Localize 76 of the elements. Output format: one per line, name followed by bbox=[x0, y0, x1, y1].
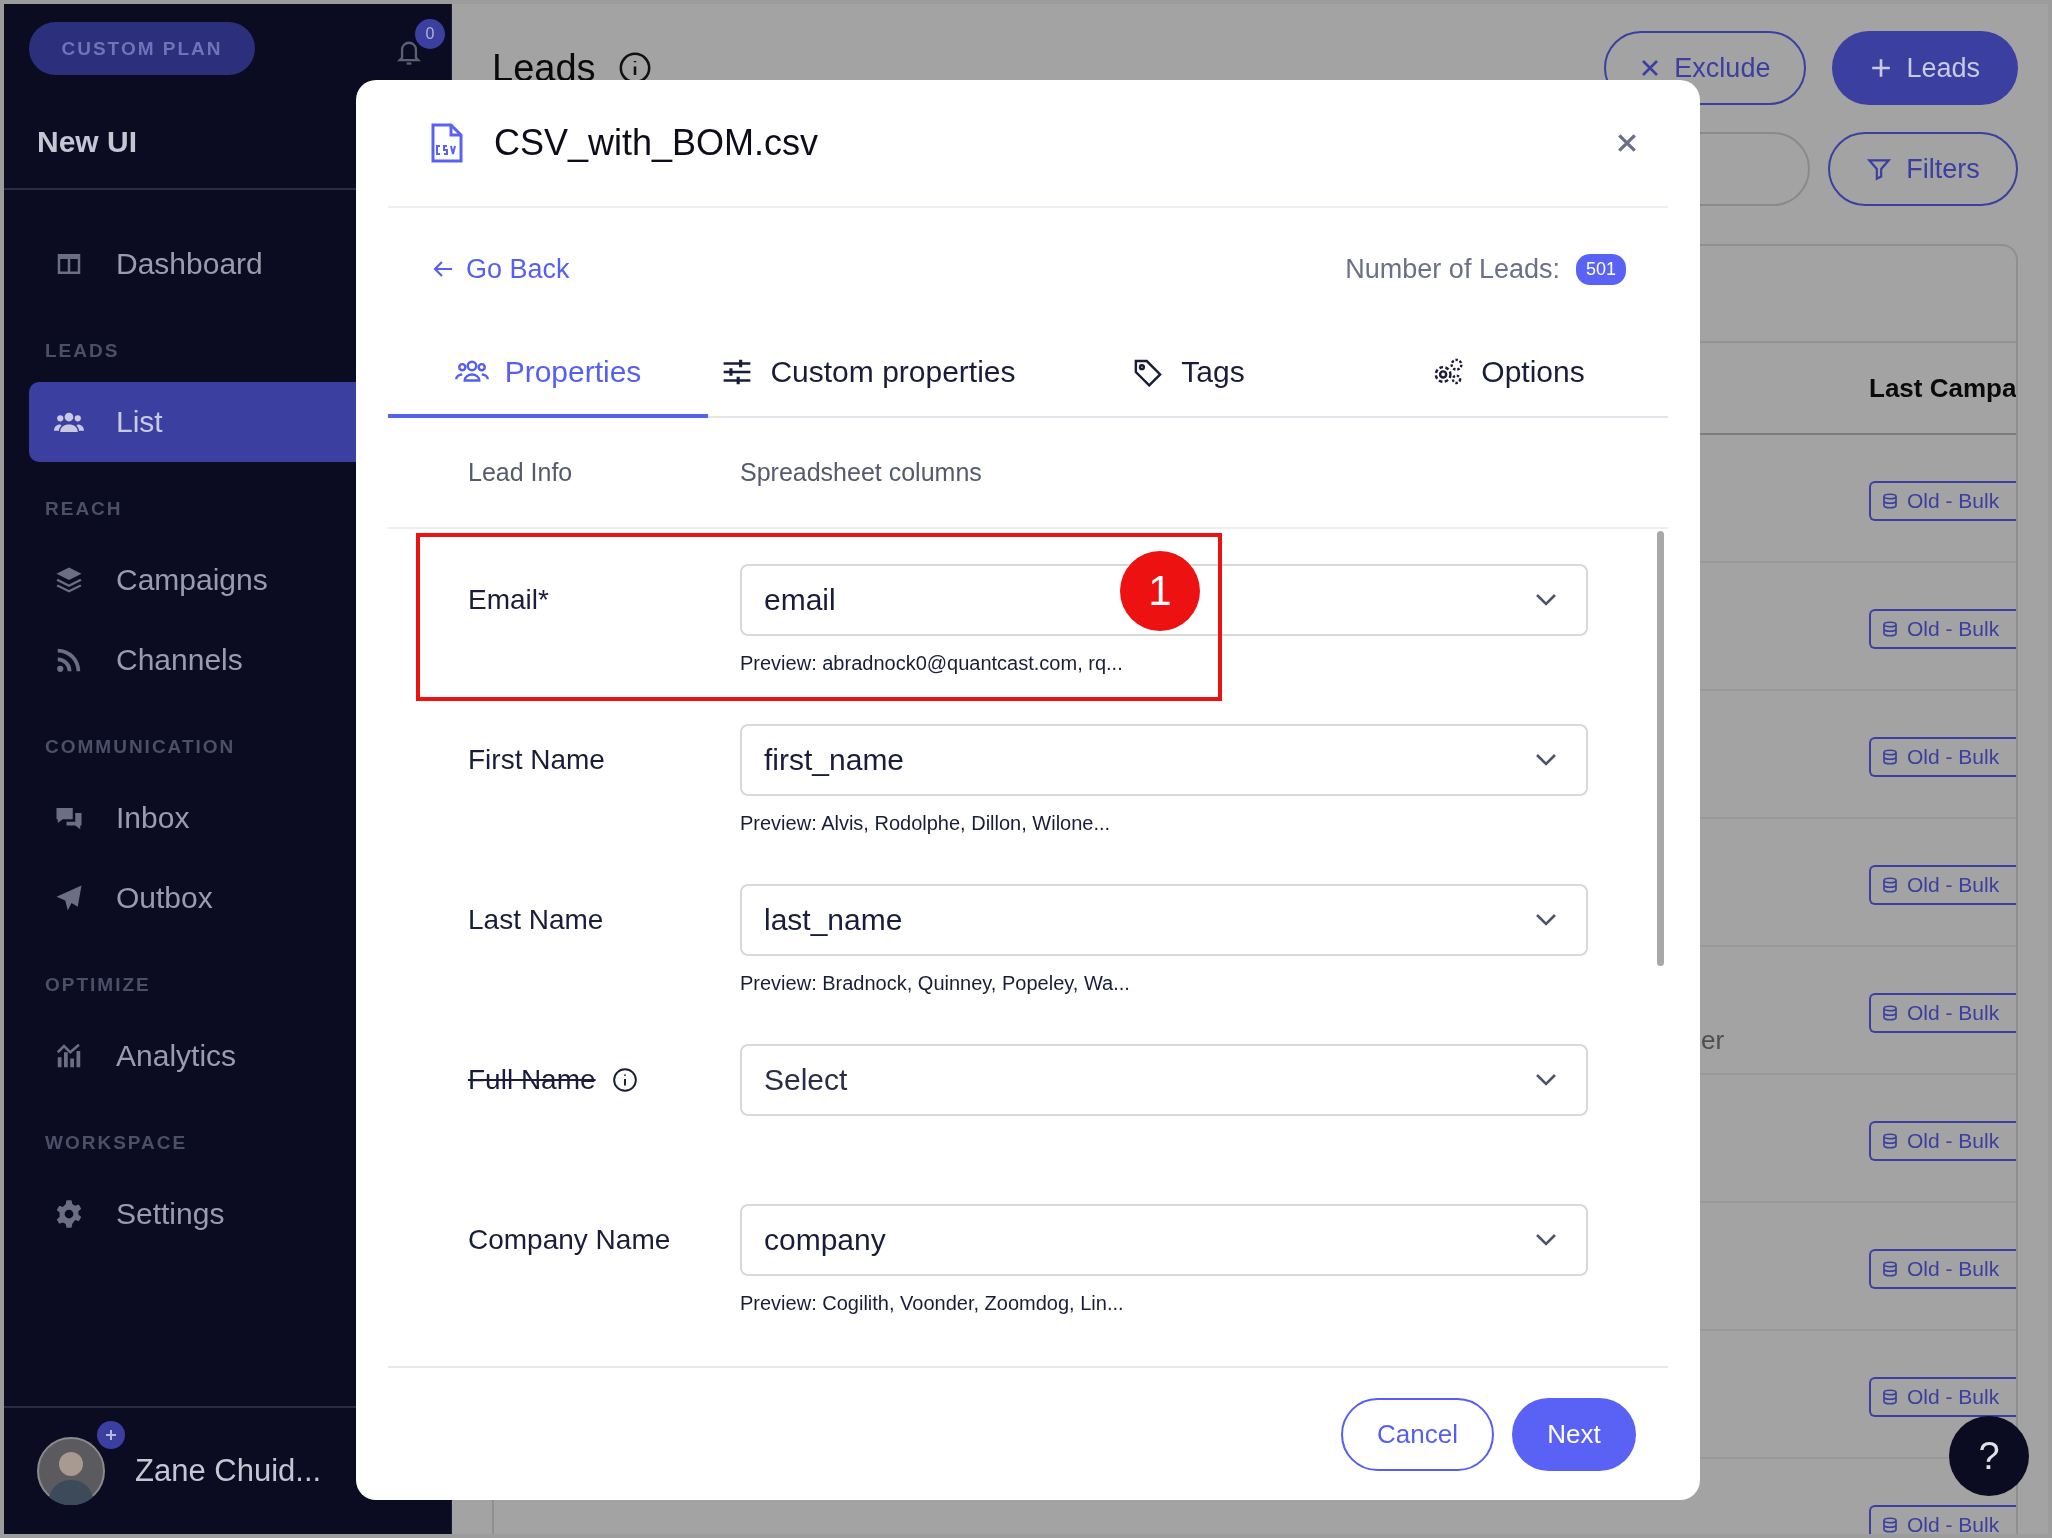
lead-count-badge: 501 bbox=[1575, 253, 1626, 285]
section-label: REACH bbox=[44, 497, 124, 521]
section-label: COMMUNICATION bbox=[44, 735, 237, 759]
chevron-down-icon bbox=[1534, 913, 1558, 927]
step-badge: 1 bbox=[1120, 551, 1200, 631]
field-label: Full Name bbox=[468, 1064, 596, 1096]
info-icon[interactable] bbox=[611, 1067, 638, 1093]
filter-icon bbox=[1866, 156, 1893, 182]
column-select[interactable]: company bbox=[740, 1204, 1588, 1276]
cancel-button[interactable]: Cancel bbox=[1341, 1397, 1494, 1471]
column-select[interactable]: last_name bbox=[740, 884, 1588, 956]
tab[interactable]: Custom properties bbox=[708, 330, 1028, 418]
close-icon bbox=[1640, 58, 1661, 78]
layers-icon bbox=[54, 565, 84, 595]
nav-item[interactable]: Campaigns bbox=[29, 540, 451, 620]
campaign-tag: Old - Bulk bbox=[1869, 609, 2016, 649]
chevron-down-icon bbox=[1534, 753, 1558, 767]
next-button[interactable]: Next bbox=[1512, 1397, 1636, 1471]
database-icon bbox=[1881, 876, 1899, 894]
database-icon bbox=[1881, 1516, 1899, 1534]
campaign-tag: Old - Bulk bbox=[1869, 865, 2016, 905]
preview-text: Preview: abradnock0@quantcast.com, rq... bbox=[740, 652, 1123, 674]
field-label: Company Name bbox=[468, 1224, 671, 1256]
table-cell: er bbox=[1701, 1025, 1725, 1056]
add-icon[interactable] bbox=[97, 1421, 125, 1449]
preview-text: Preview: Cogilith, Voonder, Zoomdog, Lin... bbox=[740, 1292, 1124, 1314]
user-name: Zane Chuid... bbox=[135, 1453, 322, 1489]
close-icon[interactable] bbox=[1616, 132, 1638, 154]
preview-text: Preview: Bradnock, Quinney, Popeley, Wa... bbox=[740, 972, 1130, 994]
campaign-tag: Old - Bulk bbox=[1869, 993, 2016, 1033]
notification-badge: 0 bbox=[415, 18, 445, 49]
csv-file-icon bbox=[430, 122, 464, 164]
column-select[interactable]: Select bbox=[740, 1044, 1588, 1116]
database-icon bbox=[1881, 1260, 1899, 1278]
nav-item[interactable]: Inbox bbox=[29, 778, 451, 858]
tab[interactable]: Properties bbox=[388, 330, 708, 418]
tab[interactable]: Options bbox=[1348, 330, 1668, 418]
section-label: OPTIMIZE bbox=[44, 973, 152, 997]
section-label: WORKSPACE bbox=[44, 1131, 189, 1155]
field-label: Email* bbox=[468, 584, 549, 616]
help-button[interactable]: ? bbox=[1949, 1416, 2029, 1496]
database-icon bbox=[1881, 620, 1899, 638]
nav-item[interactable]: Channels bbox=[29, 620, 451, 700]
nav-item[interactable]: Analytics bbox=[29, 1016, 451, 1096]
field-label: First Name bbox=[468, 744, 605, 776]
nav-item[interactable]: Settings bbox=[29, 1174, 451, 1254]
section-label: LEADS bbox=[44, 339, 121, 363]
field-label: Last Name bbox=[468, 904, 604, 936]
nav-item[interactable]: Outbox bbox=[29, 858, 451, 938]
chevron-down-icon bbox=[1534, 1073, 1558, 1087]
campaign-tag: Old - Bulk bbox=[1869, 1377, 2016, 1417]
settings-icon bbox=[54, 1199, 84, 1229]
lead-count-label: Number of Leads: bbox=[1345, 253, 1560, 285]
column-select[interactable]: first_name bbox=[740, 724, 1588, 796]
campaign-tag: Old - Bulk bbox=[1869, 1121, 2016, 1161]
campaign-tag: Old - Bulk bbox=[1869, 481, 2016, 521]
database-icon bbox=[1881, 1388, 1899, 1406]
campaign-tag: Old - Bulk bbox=[1869, 1249, 2016, 1289]
dialog-title: CSV_with_BOM.csv bbox=[494, 122, 820, 164]
add-leads-button[interactable]: Leads bbox=[1832, 31, 2018, 105]
preview-text: Preview: Alvis, Rodolphe, Dillon, Wilone... bbox=[740, 812, 1111, 834]
column-header[interactable]: Last Campa bbox=[1869, 372, 2016, 404]
column-header: Lead Info bbox=[468, 458, 573, 487]
chevron-down-icon bbox=[1534, 593, 1558, 607]
chevron-down-icon bbox=[1534, 1233, 1558, 1247]
scrollbar[interactable] bbox=[1657, 531, 1664, 966]
tab[interactable]: Tags bbox=[1028, 330, 1348, 418]
database-icon bbox=[1881, 1004, 1899, 1022]
column-header: Spreadsheet columns bbox=[740, 458, 982, 487]
avatar[interactable] bbox=[37, 1437, 105, 1505]
database-icon bbox=[1881, 1132, 1899, 1150]
campaign-tag: Old - Bulk bbox=[1869, 1505, 2016, 1534]
database-icon bbox=[1881, 492, 1899, 510]
campaign-tag: Old - Bulk bbox=[1869, 737, 2016, 777]
database-icon bbox=[1881, 748, 1899, 766]
plus-icon bbox=[1870, 57, 1893, 79]
